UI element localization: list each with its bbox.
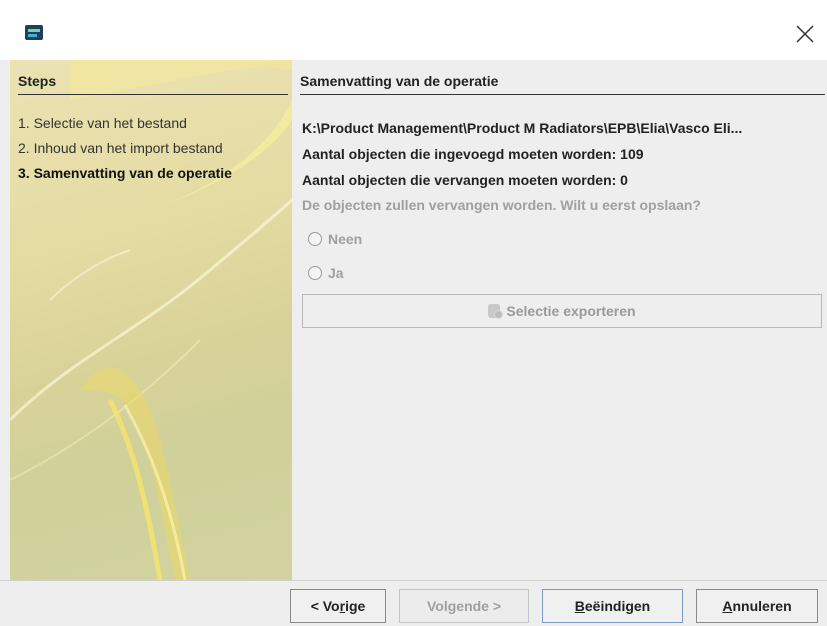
decorative-swirl bbox=[10, 60, 292, 580]
app-icon bbox=[25, 25, 43, 40]
export-selection-label: Selectie exporteren bbox=[506, 303, 636, 319]
finish-mnemonic: B bbox=[574, 598, 585, 614]
next-label-end: ende > bbox=[456, 598, 502, 614]
previous-label-end: ige bbox=[345, 598, 366, 614]
steps-pane: Steps 1. Selectie van het bestand 2. Inh… bbox=[10, 60, 292, 580]
cancel-label-end: nnuleren bbox=[732, 598, 792, 614]
replaced-count: Aantal objecten die vervangen moeten wor… bbox=[302, 172, 628, 188]
title-bar bbox=[0, 0, 827, 60]
cancel-mnemonic: A bbox=[722, 598, 733, 614]
previous-label-start: < Vo bbox=[310, 598, 340, 614]
next-label-start: Vol bbox=[426, 598, 448, 614]
save-question: De objecten zullen vervangen worden. Wil… bbox=[302, 197, 701, 213]
summary-pane: Samenvatting van de operatie K:\Product … bbox=[292, 60, 827, 580]
radio-ja[interactable]: Ja bbox=[308, 265, 344, 281]
export-selection-button[interactable]: Selectie exporteren bbox=[302, 294, 822, 328]
finish-button[interactable]: Beëindigen bbox=[542, 589, 683, 623]
radio-neen[interactable]: Neen bbox=[308, 231, 362, 247]
previous-button[interactable]: < Vo r ige bbox=[290, 589, 386, 623]
next-button[interactable]: Vol g ende > bbox=[399, 589, 529, 623]
window-frame-left bbox=[0, 60, 10, 625]
steps-title: Steps bbox=[18, 73, 57, 89]
button-bar: < Vo r ige Vol g ende > Beëindigen Annuleren bbox=[0, 580, 827, 626]
summary-title: Samenvatting van de operatie bbox=[300, 73, 499, 89]
radio-circle-neen[interactable] bbox=[308, 232, 322, 246]
database-export-icon bbox=[488, 304, 504, 319]
next-mnemonic: g bbox=[447, 598, 457, 614]
finish-label-end: eëindigen bbox=[584, 598, 651, 614]
close-icon bbox=[796, 25, 814, 43]
radio-label-neen: Neen bbox=[328, 231, 363, 247]
step-2: 2. Inhoud van het import bestand bbox=[18, 140, 223, 156]
file-path: K:\Product Management\Product M Radiator… bbox=[302, 120, 743, 136]
steps-divider bbox=[18, 94, 288, 95]
radio-label-ja: Ja bbox=[328, 265, 344, 281]
radio-circle-ja[interactable] bbox=[308, 266, 322, 280]
summary-divider bbox=[300, 94, 827, 95]
step-3-active: 3. Samenvatting van de operatie bbox=[18, 165, 232, 181]
cancel-button[interactable]: Annuleren bbox=[696, 589, 818, 623]
step-1: 1. Selectie van het bestand bbox=[18, 115, 187, 131]
added-count: Aantal objecten die ingevoegd moeten wor… bbox=[302, 146, 644, 162]
close-button[interactable] bbox=[793, 22, 817, 46]
